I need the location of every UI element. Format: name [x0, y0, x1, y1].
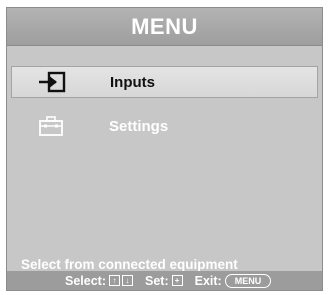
menu-title: MENU [131, 13, 198, 39]
footer-help-bar: Select: ↑ ↓ Set: + Exit: MENU [7, 271, 322, 290]
footer-exit-group: Exit: MENU [194, 273, 272, 288]
up-arrow-key-icon: ↑ [109, 275, 120, 286]
osd-menu-panel: MENU Inputs Settings Select from connect… [6, 7, 323, 291]
footer-select-label: Select: [65, 273, 106, 288]
settings-toolbox-icon [33, 114, 69, 138]
menu-item-settings[interactable]: Settings [11, 110, 318, 142]
menu-item-label: Settings [109, 117, 169, 135]
footer-select-group: Select: ↑ ↓ [65, 274, 133, 288]
menu-key-icon: MENU [224, 273, 272, 288]
input-arrow-icon [34, 70, 70, 94]
footer-set-group: Set: + [145, 274, 183, 288]
set-key-icon: + [171, 275, 183, 286]
menu-title-bar: MENU [7, 8, 322, 46]
footer-set-label: Set: [145, 273, 169, 288]
footer-exit-label: Exit: [194, 273, 222, 288]
menu-item-inputs[interactable]: Inputs [11, 66, 318, 98]
down-arrow-key-icon: ↓ [122, 275, 133, 286]
hint-text: Select from connected equipment [21, 257, 238, 272]
menu-item-label: Inputs [110, 73, 155, 91]
